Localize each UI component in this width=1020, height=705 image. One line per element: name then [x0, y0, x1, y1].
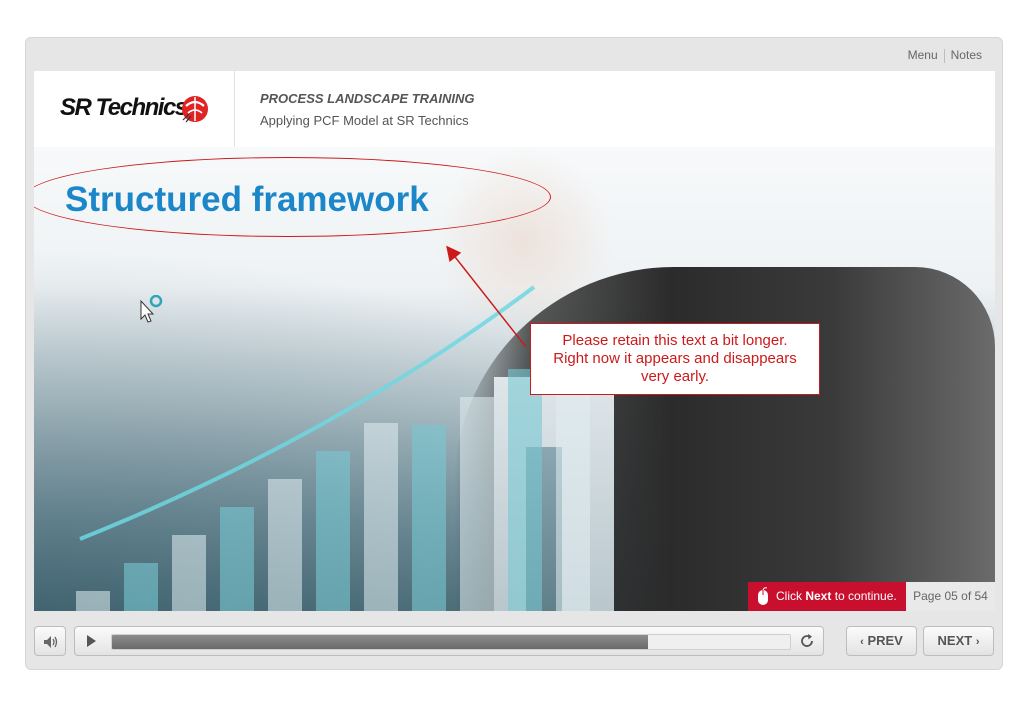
page-indicator: Page 05 of 54 [906, 582, 995, 611]
busy-cursor-icon [140, 295, 163, 323]
growth-bar [412, 425, 446, 611]
growth-bar [172, 535, 206, 611]
menu-link[interactable]: Menu [902, 48, 944, 62]
replay-icon[interactable] [799, 633, 815, 649]
callout-line-1: Please retain this text a bit longer. [562, 332, 788, 349]
growth-bar [508, 369, 542, 611]
top-links: Menu Notes [902, 48, 988, 63]
prev-button[interactable]: ‹ PREV [846, 626, 917, 656]
logo-globe-icon [182, 96, 208, 123]
slide-stage: Structured framework Please retain this … [34, 147, 995, 611]
growth-bar [220, 507, 254, 611]
playback-controls: ‹ PREV NEXT › [26, 624, 1002, 658]
progress-fill [112, 635, 648, 649]
continue-prompt: Click Next to continue. [748, 582, 906, 611]
progress-track[interactable] [111, 634, 791, 650]
next-label: NEXT [937, 633, 973, 648]
speaker-icon [44, 636, 58, 648]
sr-technics-logo: SR Technics [34, 71, 235, 147]
continue-next-word: Next [805, 589, 832, 603]
growth-bar [268, 479, 302, 611]
growth-bar [76, 591, 110, 611]
course-title: PROCESS LANDSCAPE TRAINING [260, 91, 475, 106]
slide-title: Structured framework [65, 180, 429, 219]
callout-line-2: Right now it appears and disappears [553, 350, 797, 367]
volume-button[interactable] [34, 626, 66, 656]
continue-prefix: Click [776, 589, 806, 603]
next-button[interactable]: NEXT › [923, 626, 994, 656]
course-subtitle: Applying PCF Model at SR Technics [260, 113, 469, 128]
progress-panel [74, 626, 824, 656]
chevron-left-icon: ‹ [860, 636, 864, 648]
callout-line-3: very early. [640, 368, 710, 385]
annotation-callout: Please retain this text a bit longer. Ri… [530, 323, 820, 395]
course-header: SR Technics PROCESS LANDSCAPE TRAINING A… [34, 71, 995, 148]
player-window: Menu Notes SR Technics PROCESS LANDSCAPE … [25, 37, 1003, 670]
chevron-right-icon: › [975, 636, 980, 648]
prev-label: PREV [867, 633, 903, 648]
growth-bar [460, 397, 494, 611]
play-icon[interactable] [85, 635, 97, 647]
mouse-icon [758, 587, 768, 605]
notes-link[interactable]: Notes [945, 48, 988, 62]
growth-bar [364, 423, 398, 611]
growth-bar [316, 451, 350, 611]
continue-suffix: to continue. [831, 589, 897, 603]
growth-bar [124, 563, 158, 611]
logo-text: SR Technics [60, 94, 188, 121]
